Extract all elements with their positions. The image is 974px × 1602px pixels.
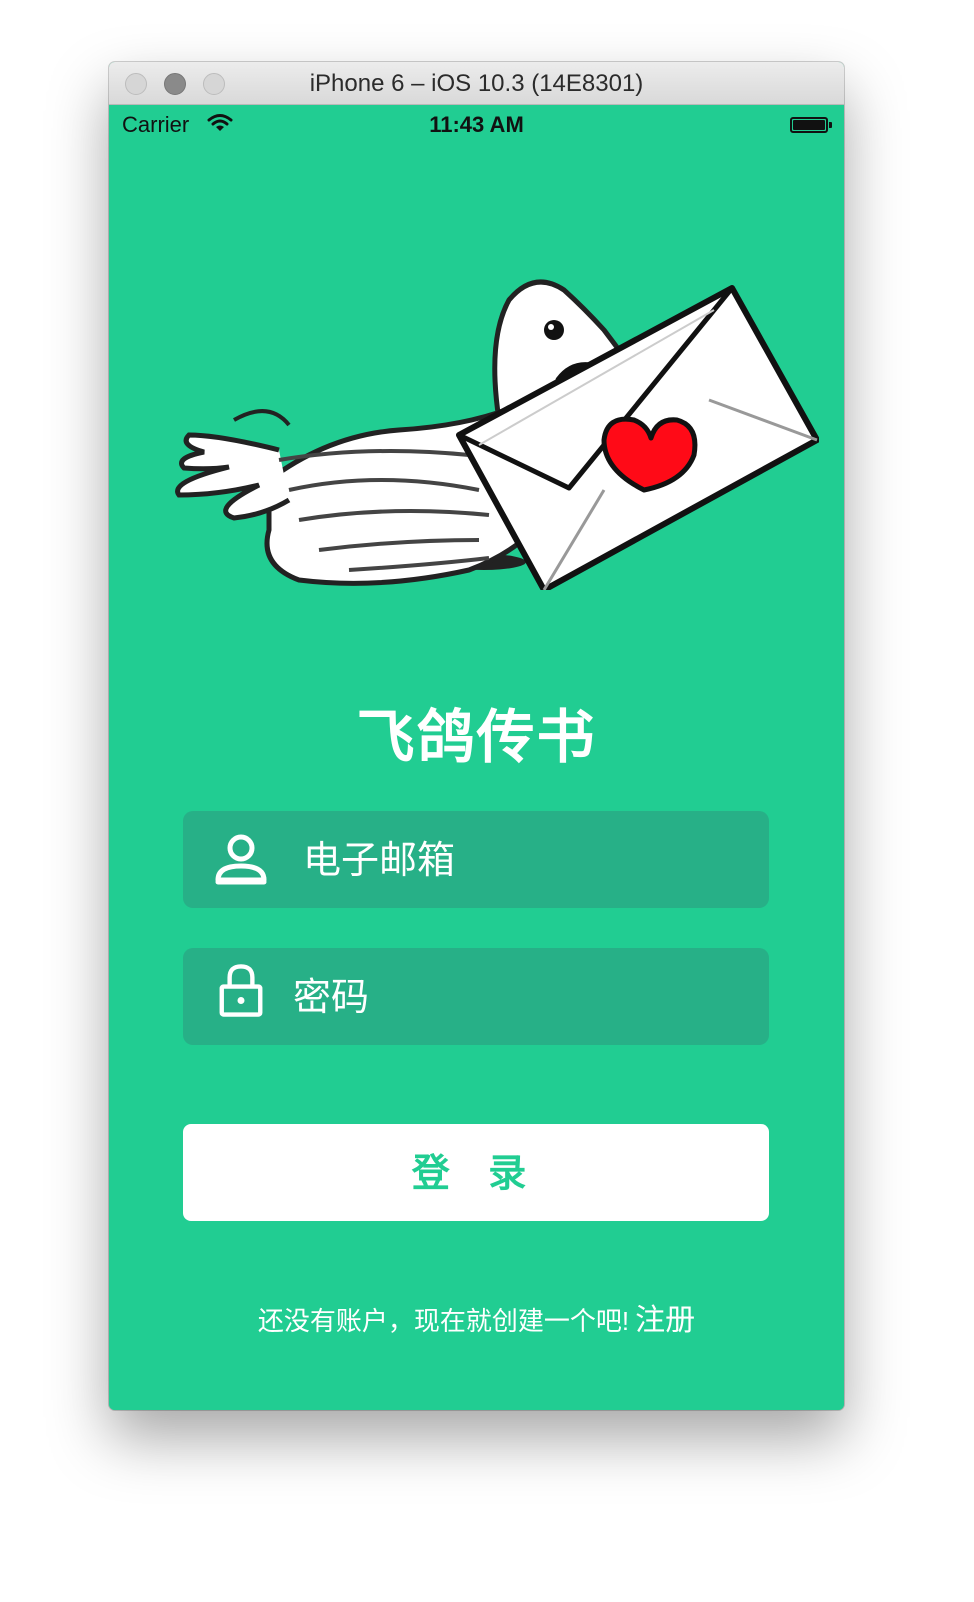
signup-row: 还没有账户，现在就创建一个吧! 注册 — [109, 1295, 844, 1339]
signup-link[interactable]: 注册 — [635, 1304, 695, 1337]
password-field[interactable]: 密码 — [183, 948, 769, 1045]
app-title: 飞鸽传书 — [356, 705, 597, 770]
battery-icon — [790, 117, 832, 133]
user-icon — [215, 834, 267, 885]
login-button[interactable]: 登 录 — [183, 1124, 769, 1221]
clock: 11:43 AM — [429, 112, 524, 137]
window-title: iPhone 6 – iOS 10.3 (14E8301) — [309, 70, 644, 97]
lock-icon — [219, 964, 263, 1017]
window-titlebar: iPhone 6 – iOS 10.3 (14E8301) — [109, 62, 844, 105]
simulator-window: iPhone 6 – iOS 10.3 (14E8301) Carrier 11… — [109, 62, 844, 1410]
password-input[interactable]: 密码 — [293, 948, 369, 1045]
email-input[interactable]: 电子邮箱 — [303, 811, 455, 908]
status-bar: Carrier 11:43 AM — [109, 105, 844, 145]
signup-prompt: 还没有账户，现在就创建一个吧! — [257, 1306, 630, 1336]
email-field[interactable]: 电子邮箱 — [183, 811, 769, 908]
pigeon-letter-illustration — [175, 279, 819, 590]
phone-screen: Carrier 11:43 AM 飞鸽传书 电子邮箱 密码 登 录 还没有账户，… — [109, 105, 844, 1410]
